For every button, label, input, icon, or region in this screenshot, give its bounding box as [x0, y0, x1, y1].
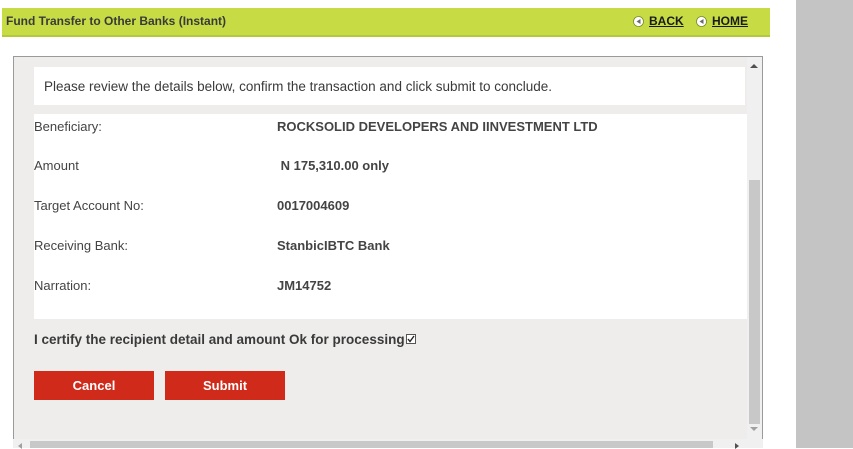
right-gray-panel: [796, 0, 853, 448]
horizontal-scroll-thumb[interactable]: [30, 441, 713, 448]
receiving-bank-value: StanbicIBTC Bank: [277, 238, 390, 253]
back-arrow-icon: [633, 15, 644, 27]
scroll-left-arrow-icon[interactable]: [18, 443, 22, 449]
scroll-down-arrow-icon[interactable]: [750, 427, 758, 431]
receiving-bank-label: Receiving Bank:: [34, 238, 128, 253]
home-arrow-icon: [696, 15, 707, 27]
submit-button[interactable]: Submit: [165, 371, 285, 400]
vertical-scrollbar[interactable]: [747, 57, 762, 447]
cancel-button[interactable]: Cancel: [34, 371, 154, 400]
details-box: Beneficiary: ROCKSOLID DEVELOPERS AND II…: [34, 114, 747, 319]
certify-checkbox[interactable]: [405, 333, 416, 344]
scroll-up-arrow-icon[interactable]: [750, 64, 758, 68]
back-link[interactable]: BACK: [633, 14, 684, 28]
back-link-label[interactable]: BACK: [649, 14, 684, 28]
checkmark-icon: [407, 335, 415, 343]
page-header: Fund Transfer to Other Banks (Instant) B…: [2, 8, 770, 37]
vertical-scroll-thumb[interactable]: [749, 180, 760, 424]
page-title: Fund Transfer to Other Banks (Instant): [6, 14, 227, 28]
content-frame: Please review the details below, confirm…: [13, 56, 763, 448]
narration-value: JM14752: [277, 278, 332, 293]
target-account-label: Target Account No:: [34, 198, 144, 213]
horizontal-scrollbar[interactable]: [13, 439, 746, 449]
confirmation-panel: Please review the details below, confirm…: [14, 57, 747, 447]
beneficiary-value: ROCKSOLID DEVELOPERS AND IINVESTMENT LTD: [277, 119, 598, 134]
certify-row: I certify the recipient detail and amoun…: [34, 332, 416, 347]
target-account-value: 0017004609: [277, 198, 350, 213]
narration-label: Narration:: [34, 278, 92, 293]
scroll-right-arrow-icon[interactable]: [735, 443, 739, 449]
intro-box: Please review the details below, confirm…: [34, 67, 745, 105]
home-link[interactable]: HOME: [696, 14, 748, 28]
amount-label: Amount: [34, 158, 79, 173]
beneficiary-label: Beneficiary:: [34, 119, 102, 134]
amount-value: N 175,310.00 only: [277, 158, 390, 173]
certify-text: I certify the recipient detail and amoun…: [34, 332, 405, 347]
home-link-label[interactable]: HOME: [712, 14, 748, 28]
scrollbar-corner: [746, 439, 763, 448]
intro-text: Please review the details below, confirm…: [44, 79, 553, 94]
